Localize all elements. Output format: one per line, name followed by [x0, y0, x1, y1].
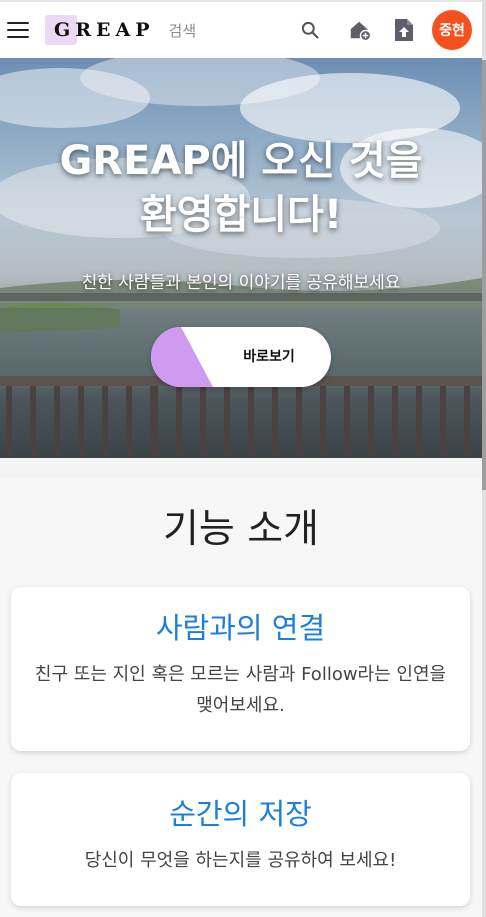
hero-title: GREAP에 오신 것을 환영합니다! — [59, 138, 423, 238]
scrollbar-thumb[interactable] — [482, 60, 486, 490]
feature-card-description: 당신이 무엇을 하는지를 공유하여 보세요! — [84, 850, 397, 871]
page: GREAP 검색 중현 GREAP에 오신 것을 환영합니다! 친한 사람들과 … — [0, 0, 486, 917]
features-section: 기능 소개 사람과의 연결 친구 또는 지인 혹은 모르는 사람과 Follow… — [0, 478, 482, 917]
search-link[interactable]: 검색 — [169, 20, 197, 41]
menu-icon[interactable] — [7, 22, 29, 38]
search-icon[interactable] — [298, 18, 322, 42]
feature-card-description: 친구 또는 지인 혹은 모르는 사람과 Follow라는 인연을 맺어보세요. — [34, 664, 447, 716]
feature-card-title: 순간의 저장 — [169, 797, 312, 831]
view-now-button[interactable]: 바로보기 — [151, 327, 331, 387]
upload-file-icon[interactable] — [392, 18, 416, 42]
feature-card: 사람과의 연결 친구 또는 지인 혹은 모르는 사람과 Follow라는 인연을… — [11, 587, 470, 751]
view-now-label: 바로보기 — [243, 349, 295, 365]
feature-card-title: 사람과의 연결 — [155, 611, 326, 645]
hero-subtitle: 친한 사람들과 본인의 이야기를 공유해보세요 — [81, 273, 401, 293]
features-title: 기능 소개 — [163, 507, 319, 552]
header-actions: 중현 — [298, 10, 472, 50]
top-app-bar: GREAP 검색 중현 — [0, 0, 482, 58]
logo[interactable]: GREAP — [45, 15, 155, 45]
scrollbar[interactable] — [482, 0, 486, 917]
avatar[interactable]: 중현 — [432, 10, 472, 50]
logo-text: GREAP — [54, 19, 155, 41]
feature-card: 순간의 저장 당신이 무엇을 하는지를 공유하여 보세요! — [11, 773, 470, 906]
home-add-icon[interactable] — [348, 18, 372, 42]
hero-background-image — [0, 58, 482, 456]
hero-banner: GREAP에 오신 것을 환영합니다! 친한 사람들과 본인의 이야기를 공유해… — [0, 58, 482, 458]
